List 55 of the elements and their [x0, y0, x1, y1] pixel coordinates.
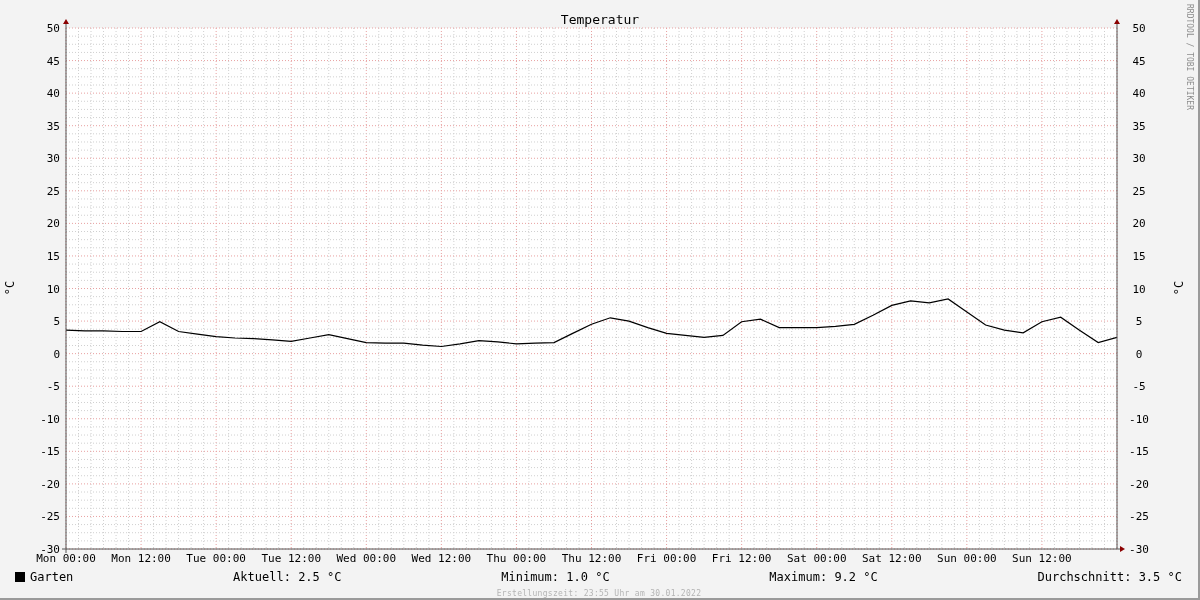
legend-stat: Minimum: 1.0 °C: [501, 570, 610, 584]
legend-stat: Maximum: 9.2 °C: [769, 570, 878, 584]
axis-tick-label: -20: [40, 477, 60, 491]
axis-tick-label: Fri 12:00: [711, 552, 772, 565]
axis-tick-label: -5: [1132, 380, 1146, 394]
axis-label: °C: [3, 280, 17, 296]
axis-tick-label: Wed 12:00: [411, 552, 472, 565]
axis-tick-label: 25: [1132, 184, 1146, 198]
axis-tick-label: 50: [1132, 22, 1146, 35]
axis-tick-label: 45: [1132, 54, 1146, 68]
axis-tick-label: 15: [1132, 249, 1146, 263]
axis-tick-label: -10: [40, 412, 60, 426]
axis-tick-label: -20: [1129, 477, 1149, 491]
watermark: RRDTOOL / TOBI OETIKER: [1185, 4, 1194, 110]
axis-tick-label: Tue 00:00: [186, 552, 246, 565]
axis-tick-label: -30: [1129, 543, 1149, 556]
legend-label: Garten: [30, 570, 74, 584]
axis-tick-label: Sat 00:00: [786, 552, 847, 565]
axis-tick-label: Sun 12:00: [1012, 552, 1072, 565]
axis-tick-label: 10: [46, 282, 60, 296]
axis-tick-label: 5: [53, 315, 60, 329]
axis-tick-label: -15: [1129, 445, 1149, 459]
axis-tick-label: -15: [40, 445, 60, 459]
axis-tick-label: -25: [40, 510, 60, 524]
axis-tick-label: Fri 00:00: [636, 552, 697, 565]
axis-tick-label: -5: [46, 380, 60, 394]
axis-tick-label: Mon 12:00: [111, 552, 171, 565]
legend-stat: Aktuell: 2.5 °C: [233, 570, 342, 584]
axis-tick-label: -10: [1129, 412, 1149, 426]
axis-tick-label: 30: [1132, 152, 1146, 166]
axis-tick-label: 30: [46, 152, 60, 166]
axis-label: °C: [1172, 280, 1186, 296]
axis-tick-label: 45: [46, 54, 60, 68]
chart-title: Temperatur: [560, 12, 640, 27]
axis-tick-label: Thu 00:00: [486, 552, 547, 565]
axis-tick-label: 50: [46, 22, 60, 35]
axis-tick-label: 0: [53, 347, 60, 361]
axis-tick-label: 40: [1132, 87, 1146, 101]
axis-tick-label: 20: [1132, 217, 1146, 231]
axis-tick-label: Thu 12:00: [561, 552, 622, 565]
axis-tick-label: 25: [46, 184, 60, 198]
axis-tick-label: Sun 00:00: [937, 552, 997, 565]
legend-stat: Durchschnitt: 3.5 °C: [1037, 570, 1182, 584]
axis-tick-label: 20: [46, 217, 60, 231]
axis-tick-label: 5: [1135, 315, 1143, 329]
axis-tick-label: -25: [1129, 510, 1149, 524]
axis-tick-label: 35: [46, 119, 60, 133]
axis-tick-label: 0: [1135, 347, 1143, 361]
axis-tick-label: Sat 12:00: [862, 552, 922, 565]
axis-tick-label: Wed 00:00: [336, 552, 397, 565]
axis-tick-label: 40: [46, 87, 60, 101]
axis-tick-label: 15: [46, 249, 60, 263]
axis-tick-label: Tue 12:00: [261, 552, 321, 565]
axis-tick-label: 10: [1132, 282, 1146, 296]
axis-tick-label: 35: [1132, 119, 1146, 133]
